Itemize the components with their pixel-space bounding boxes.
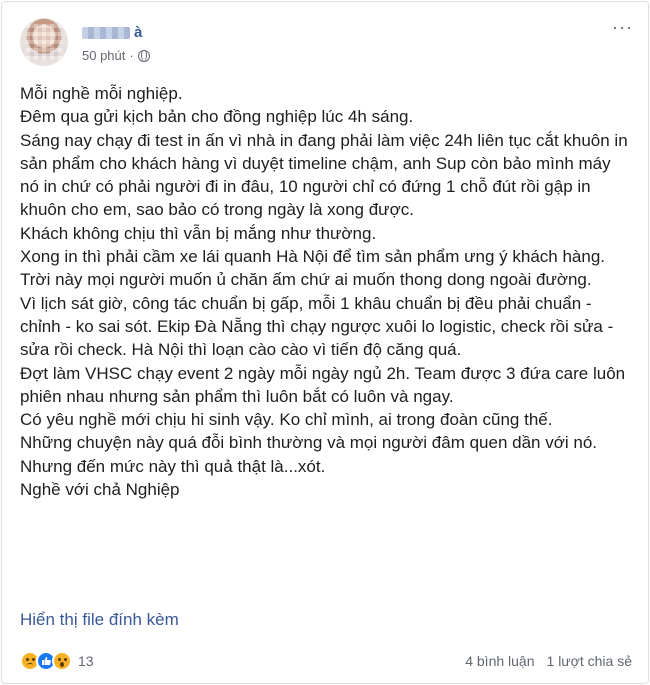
post-footer: 13 4 bình luận 1 lượt chia sẻ — [20, 650, 632, 672]
post-line: Sáng nay chạy đi test in ấn vì nhà in đa… — [20, 130, 628, 220]
post-card: à 50 phút · ··· Mỗi nghề mỗi nghiệp. Đêm… — [1, 1, 649, 684]
post-line: Nghề với chả Nghiệp — [20, 480, 180, 500]
post-line: Đợt làm VHSC chạy event 2 ngày mỗi ngày … — [20, 363, 626, 406]
avatar[interactable] — [20, 18, 68, 66]
post-meta: 50 phút · — [82, 48, 150, 63]
post-line: Những chuyện này quá đỗi bình thường và … — [20, 433, 597, 453]
author-name-suffix: à — [134, 24, 143, 41]
shares-count-link[interactable]: 1 lượt chia sẻ — [547, 653, 632, 669]
meta-separator: · — [129, 48, 134, 63]
post-time[interactable]: 50 phút — [82, 48, 125, 63]
comments-count-link[interactable]: 4 bình luận — [465, 653, 534, 669]
globe-icon[interactable] — [137, 49, 150, 62]
reactions-summary[interactable]: 13 — [20, 651, 94, 671]
post-header: à 50 phút · ··· — [20, 18, 632, 66]
redacted-name — [82, 26, 130, 39]
engagement-stats: 4 bình luận 1 lượt chia sẻ — [465, 653, 632, 669]
reaction-count: 13 — [78, 653, 94, 669]
post-line: Nhưng đến mức này thì quả thật là...xót. — [20, 456, 326, 476]
attachment-link[interactable]: Hiển thị file đính kèm — [20, 610, 179, 630]
post-text: Mỗi nghề mỗi nghiệp. Đêm qua gửi kịch bả… — [20, 82, 630, 501]
post-line: Có yêu nghề mới chịu hi sinh vậy. Ko chỉ… — [20, 410, 553, 430]
post-line: Vì lịch sát giờ, công tác chuẩn bị gấp, … — [20, 293, 614, 360]
post-line: Mỗi nghề mỗi nghiệp. — [20, 84, 183, 103]
post-line: Đêm qua gửi kịch bản cho đồng nghiệp lúc… — [20, 107, 414, 127]
post-line: Xong in thì phải cầm xe lái quanh Hà Nội… — [20, 247, 606, 290]
wow-reaction-icon — [52, 651, 72, 671]
more-options-icon[interactable]: ··· — [612, 18, 632, 40]
author-name[interactable]: à — [82, 24, 142, 41]
post-line: Khách không chịu thì vẫn bị mắng như thư… — [20, 223, 377, 243]
